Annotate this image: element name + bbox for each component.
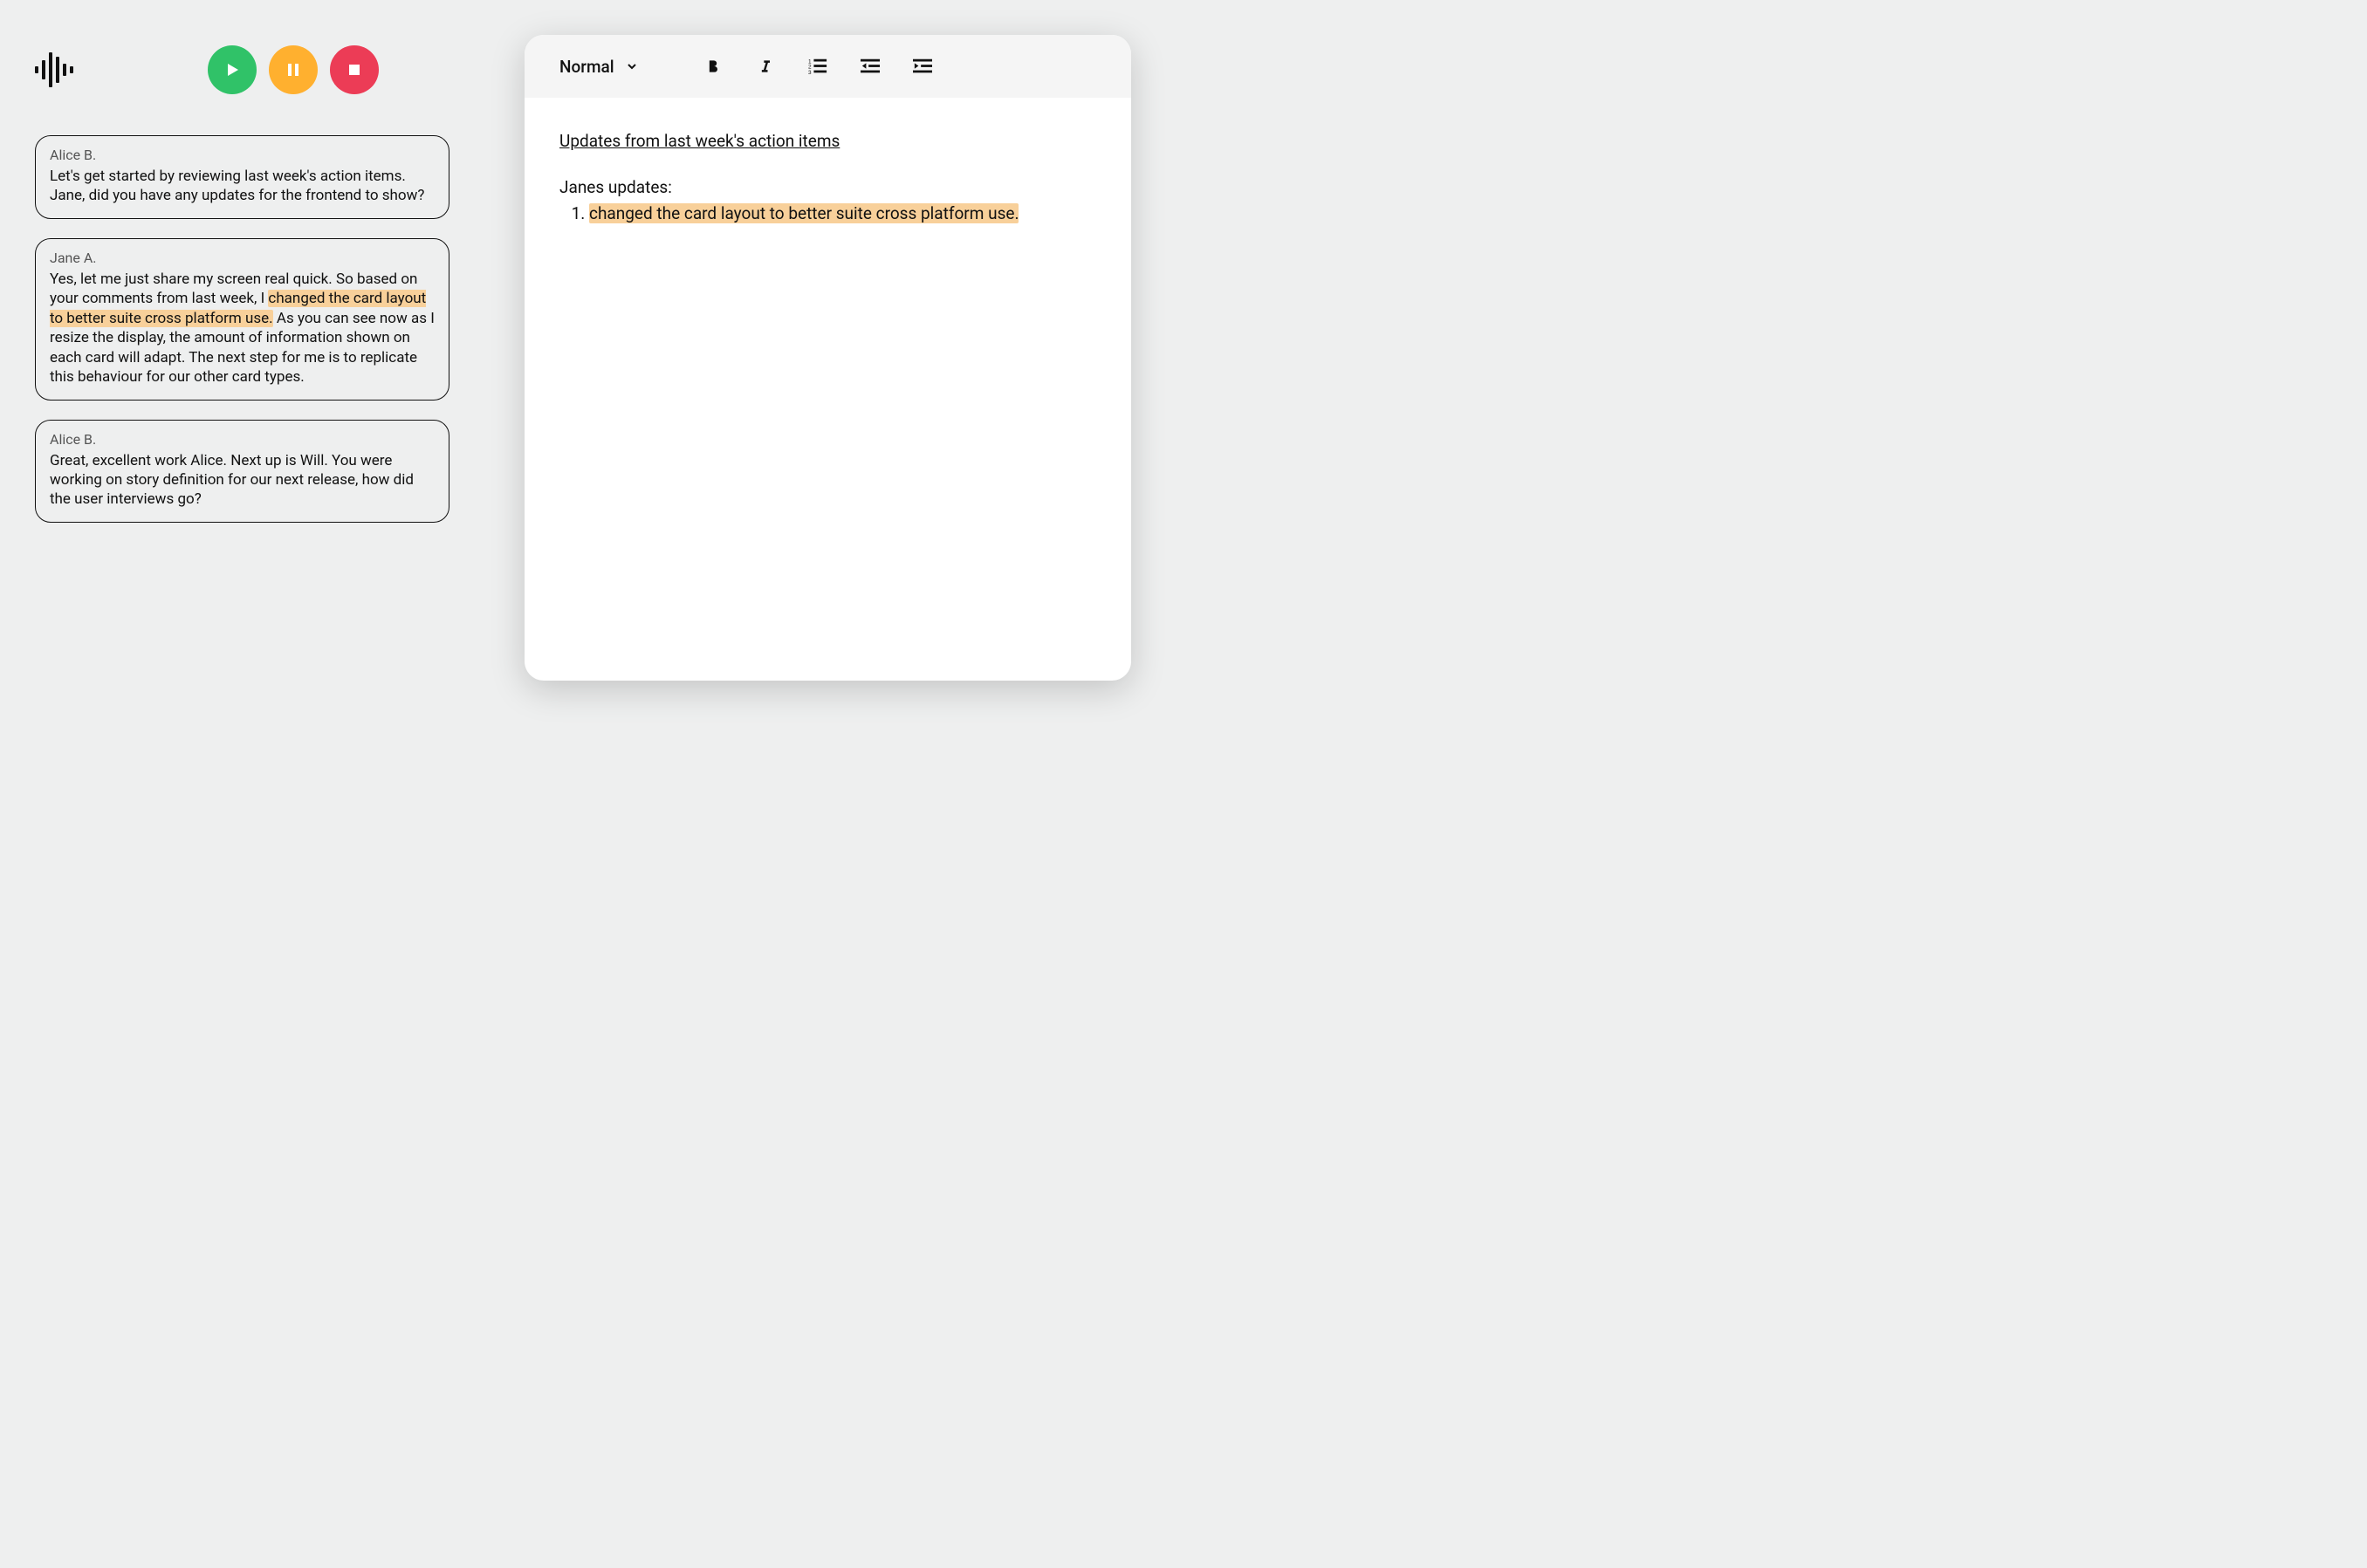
doc-subheading: Janes updates: <box>559 175 1096 201</box>
transcript-panel: Alice B. Let's get started by reviewing … <box>35 44 449 523</box>
highlighted-text: changed the card layout to better suite … <box>589 203 1019 223</box>
play-button[interactable] <box>208 45 257 94</box>
transcript-text: Let's get started by reviewing last week… <box>50 167 435 206</box>
chevron-down-icon <box>627 61 637 72</box>
text-style-label: Normal <box>559 57 614 77</box>
doc-ordered-list: changed the card layout to better suite … <box>559 202 1096 227</box>
stop-button[interactable] <box>330 45 379 94</box>
speaker-label: Jane A. <box>50 250 435 266</box>
numbered-list-icon: 1 2 3 <box>808 58 827 75</box>
play-icon <box>224 62 240 78</box>
transcript-item[interactable]: Alice B. Great, excellent work Alice. Ne… <box>35 420 449 523</box>
speaker-label: Alice B. <box>50 147 435 163</box>
transcript-text: Yes, let me just share my screen real qu… <box>50 270 435 387</box>
transcript-list: Alice B. Let's get started by reviewing … <box>35 135 449 523</box>
bold-icon <box>704 58 722 75</box>
speaker-label: Alice B. <box>50 431 435 448</box>
text-style-dropdown[interactable]: Normal <box>559 57 637 77</box>
notes-editor: Normal 1 2 3 <box>525 35 1131 681</box>
outdent-button[interactable] <box>859 55 882 78</box>
pause-button[interactable] <box>269 45 318 94</box>
transcript-text: Great, excellent work Alice. Next up is … <box>50 451 435 510</box>
list-button[interactable]: 1 2 3 <box>806 55 829 78</box>
stop-icon <box>347 63 361 77</box>
indent-icon <box>913 58 932 75</box>
doc-heading: Updates from last week's action items <box>559 129 1096 154</box>
outdent-icon <box>861 58 880 75</box>
editor-toolbar: Normal 1 2 3 <box>525 35 1131 98</box>
pause-icon <box>286 62 300 78</box>
transcript-item[interactable]: Alice B. Let's get started by reviewing … <box>35 135 449 219</box>
bold-button[interactable] <box>702 55 724 78</box>
audio-controls <box>35 44 449 96</box>
italic-icon <box>757 58 774 75</box>
indent-button[interactable] <box>911 55 934 78</box>
editor-body[interactable]: Updates from last week's action items Ja… <box>525 98 1131 681</box>
waveform-icon <box>35 52 73 87</box>
svg-text:3: 3 <box>808 70 812 75</box>
italic-button[interactable] <box>754 55 777 78</box>
transcript-item[interactable]: Jane A. Yes, let me just share my screen… <box>35 238 449 401</box>
list-item: changed the card layout to better suite … <box>589 202 1096 227</box>
